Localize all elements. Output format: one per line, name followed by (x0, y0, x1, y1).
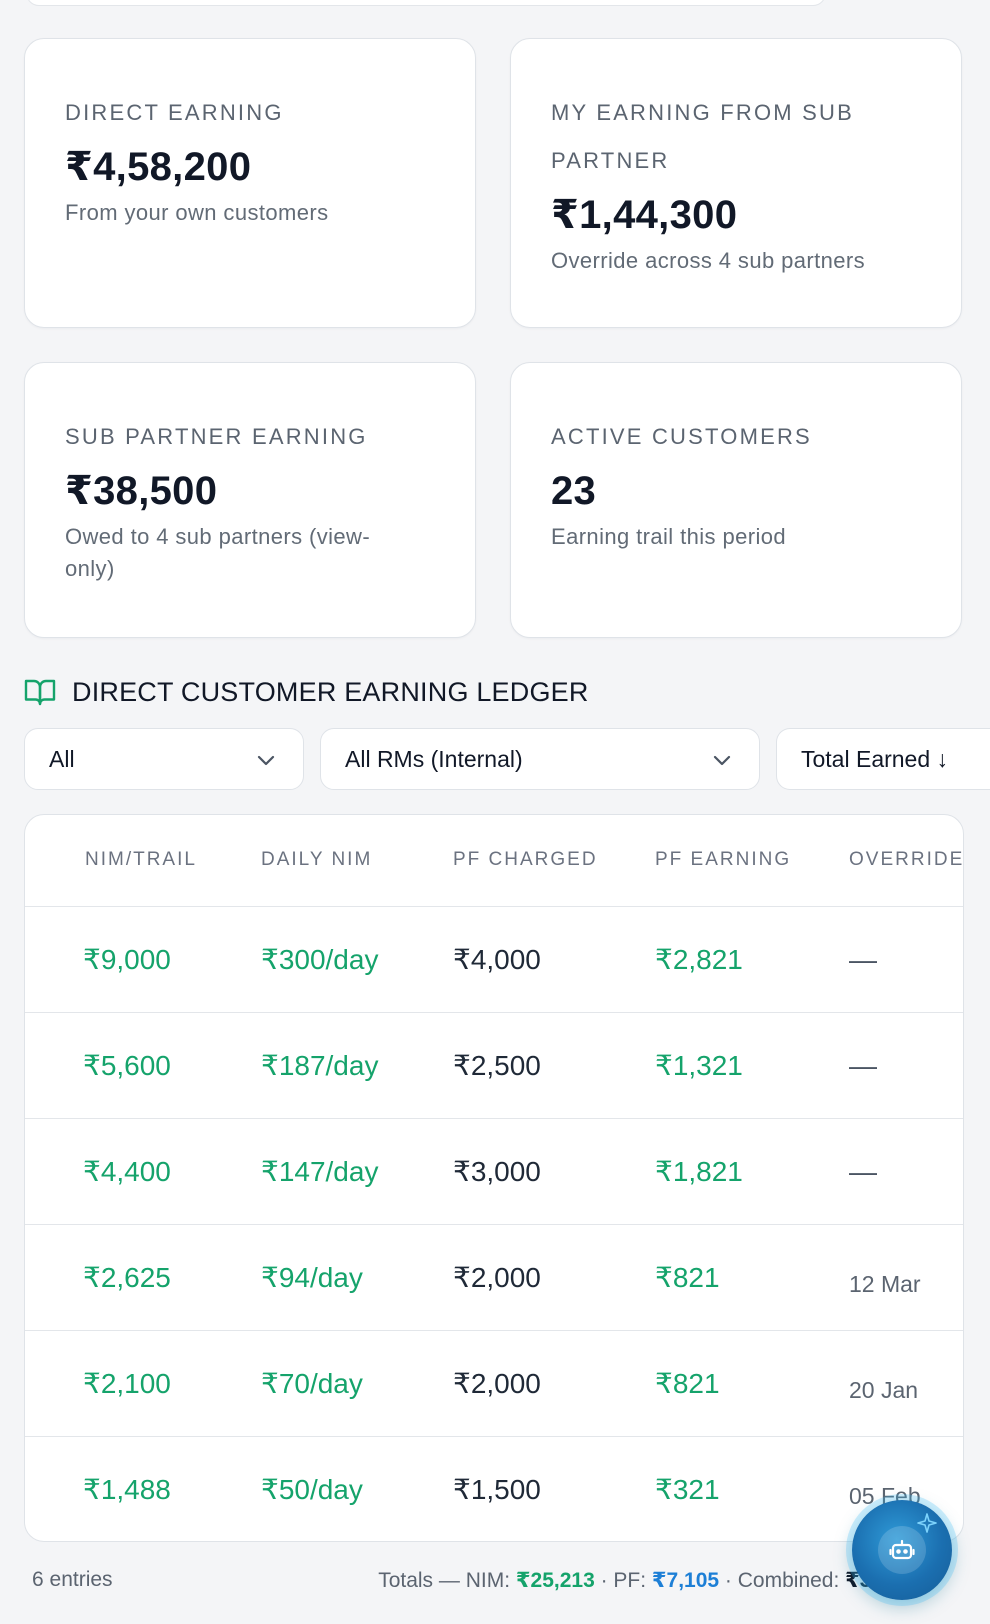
card-label: DIRECT EARNING (65, 100, 284, 125)
table-row[interactable]: ₹2,625 ₹94/day ₹2,000 ₹821 12 Mar (25, 1225, 963, 1331)
card-label: MY EARNING FROM SUB PARTNER (551, 89, 921, 185)
card-label: SUB PARTNER EARNING (65, 424, 368, 449)
daily-nim-cell: ₹187/day (261, 1050, 379, 1081)
assistant-fab-button[interactable] (852, 1500, 952, 1600)
override-cell: 12 Mar (849, 1271, 921, 1297)
column-header-daily-nim[interactable]: DAILY NIM (261, 849, 372, 871)
column-header-override[interactable]: OVERRIDE (849, 849, 963, 871)
active-customers-card: ACTIVE CUSTOMERS 23 Earning trail this p… (510, 362, 962, 638)
status-filter-select[interactable]: All (24, 728, 304, 790)
override-cell: — (849, 1050, 877, 1081)
card-value: ₹38,500 (65, 469, 218, 513)
nim-trail-cell: ₹5,600 (83, 1050, 171, 1081)
direct-earning-card: DIRECT EARNING ₹4,58,200 From your own c… (24, 38, 476, 328)
override-cell: — (849, 944, 877, 975)
pf-charged-cell: ₹2,000 (453, 1368, 541, 1399)
sparkle-icon (917, 1513, 937, 1533)
pf-earning-cell: ₹821 (655, 1368, 720, 1399)
pf-earning-cell: ₹2,821 (655, 944, 743, 975)
pf-earning-cell: ₹821 (655, 1262, 720, 1293)
book-open-icon (24, 676, 56, 708)
nim-trail-cell: ₹1,488 (83, 1474, 171, 1505)
override-cell: — (849, 1156, 877, 1187)
daily-nim-cell: ₹94/day (261, 1262, 363, 1293)
card-value: ₹4,58,200 (65, 145, 252, 189)
pf-charged-cell: ₹1,500 (453, 1474, 541, 1505)
daily-nim-cell: ₹147/day (261, 1156, 379, 1187)
sort-label: Total Earned ↓ (801, 745, 949, 772)
table-row[interactable]: ₹1,488 ₹50/day ₹1,500 ₹321 05 Feb (25, 1437, 963, 1541)
card-label-line: MY EARNING FROM SUB (551, 100, 854, 125)
card-label: ACTIVE CUSTOMERS (551, 424, 812, 449)
daily-nim-cell: ₹70/day (261, 1368, 363, 1399)
nim-trail-cell: ₹4,400 (83, 1156, 171, 1187)
column-header-pf-earning[interactable]: PF EARNING (655, 849, 791, 871)
card-subtext-line: only) (65, 556, 115, 581)
rm-filter-select[interactable]: All RMs (Internal) (320, 728, 760, 790)
card-label-line: PARTNER (551, 148, 670, 173)
rm-filter-value: All RMs (Internal) (345, 745, 523, 772)
daily-nim-cell: ₹50/day (261, 1474, 363, 1505)
ledger-heading: DIRECT CUSTOMER EARNING LEDGER (24, 672, 589, 712)
card-subtext: Earning trail this period (551, 524, 787, 549)
totals-summary: Totals — NIM: ₹25,213 · PF: ₹7,105 · Com… (378, 1568, 924, 1593)
column-header-pf-charged[interactable]: PF CHARGED (453, 849, 598, 871)
card-value: ₹1,44,300 (551, 193, 738, 237)
entries-count: 6 entries (32, 1568, 113, 1591)
pf-total: ₹7,105 (651, 1569, 720, 1592)
ledger-title: DIRECT CUSTOMER EARNING LEDGER (72, 676, 589, 707)
pf-earning-cell: ₹1,321 (655, 1050, 743, 1081)
card-subtext: Override across 4 sub partners (551, 248, 866, 273)
pf-earning-cell: ₹1,821 (655, 1156, 743, 1187)
pf-earning-cell: ₹321 (655, 1474, 720, 1505)
pf-charged-cell: ₹4,000 (453, 944, 541, 975)
nim-trail-cell: ₹9,000 (83, 944, 171, 975)
card-subtext: From your own customers (65, 200, 329, 225)
nim-trail-cell: ₹2,625 (83, 1262, 171, 1293)
column-header-nim-trail[interactable]: NIM/TRAIL (85, 849, 197, 871)
sort-button[interactable]: Total Earned ↓ (776, 728, 990, 790)
nim-total: ₹25,213 (515, 1569, 595, 1592)
table-row[interactable]: ₹9,000 ₹300/day ₹4,000 ₹2,821 — (25, 907, 963, 1013)
totals-separator: · Combined: (719, 1569, 846, 1592)
bot-icon (889, 1539, 915, 1560)
table-row[interactable]: ₹4,400 ₹147/day ₹3,000 ₹1,821 — (25, 1119, 963, 1225)
chevron-down-icon (713, 755, 731, 766)
card-subtext-line: Owed to 4 sub partners (view- (65, 524, 371, 549)
sub-partner-override-card: MY EARNING FROM SUB PARTNER ₹1,44,300 Ov… (510, 38, 962, 328)
table-header: NIM/TRAIL DAILY NIM PF CHARGED PF EARNIN… (25, 815, 963, 907)
table-row[interactable]: ₹5,600 ₹187/day ₹2,500 ₹1,321 — (25, 1013, 963, 1119)
status-filter-value: All (49, 745, 75, 772)
chevron-down-icon (257, 755, 275, 766)
pf-charged-cell: ₹2,000 (453, 1262, 541, 1293)
totals-separator: · PF: (594, 1569, 652, 1592)
sub-partner-earning-card: SUB PARTNER EARNING ₹38,500 Owed to 4 su… (24, 362, 476, 638)
card-subtext: Owed to 4 sub partners (view- only) (65, 521, 435, 585)
pf-charged-cell: ₹3,000 (453, 1156, 541, 1187)
totals-prefix: Totals — NIM: (378, 1569, 516, 1592)
card-value: 23 (551, 469, 597, 513)
nim-trail-cell: ₹2,100 (83, 1368, 171, 1399)
ledger-table: NIM/TRAIL DAILY NIM PF CHARGED PF EARNIN… (24, 814, 964, 1542)
top-partial-element (26, 0, 826, 6)
pf-charged-cell: ₹2,500 (453, 1050, 541, 1081)
override-cell: 20 Jan (849, 1377, 919, 1403)
daily-nim-cell: ₹300/day (261, 944, 379, 975)
table-row[interactable]: ₹2,100 ₹70/day ₹2,000 ₹821 20 Jan (25, 1331, 963, 1437)
